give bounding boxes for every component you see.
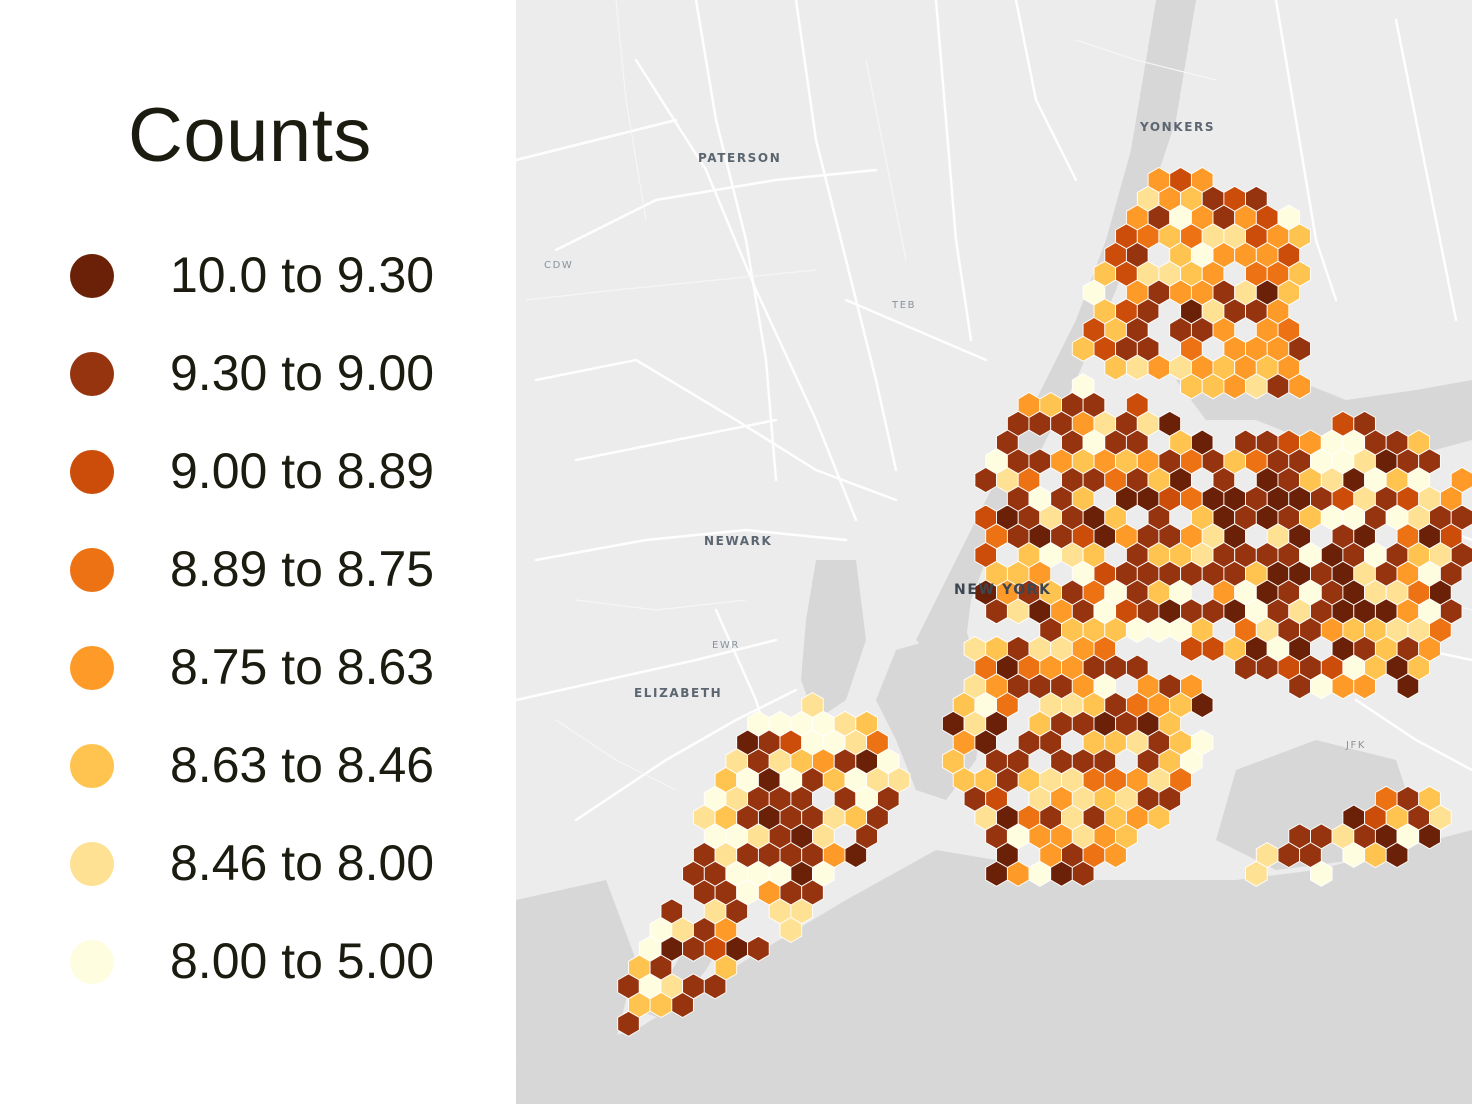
raritan-bay	[516, 880, 636, 1060]
legend-label: 8.00 to 5.00	[170, 933, 435, 989]
legend-label: 8.63 to 8.46	[170, 737, 435, 793]
legend-swatch	[70, 940, 114, 984]
legend-title: Counts	[128, 93, 372, 178]
place-label-newark: NEWARK	[704, 534, 773, 548]
legend-item: 8.00 to 5.00	[0, 912, 516, 1010]
legend-label: 9.30 to 9.00	[170, 345, 435, 401]
legend-swatch	[70, 646, 114, 690]
place-label-jfk: JFK	[1346, 740, 1367, 751]
legend-item: 8.46 to 8.00	[0, 814, 516, 912]
legend-label: 9.00 to 8.89	[170, 443, 435, 499]
legend-item: 8.63 to 8.46	[0, 716, 516, 814]
legend-item: 8.89 to 8.75	[0, 520, 516, 618]
place-label-elizabeth: ELIZABETH	[634, 686, 723, 700]
legend-item: 9.00 to 8.89	[0, 422, 516, 520]
legend-swatch	[70, 352, 114, 396]
legend-label: 8.89 to 8.75	[170, 541, 435, 597]
legend-label: 8.75 to 8.63	[170, 639, 435, 695]
basemap	[516, 0, 1472, 1104]
legend-item: 10.0 to 9.30	[0, 226, 516, 324]
legend-swatch	[70, 744, 114, 788]
legend-item: 8.75 to 8.63	[0, 618, 516, 716]
legend-label: 8.46 to 8.00	[170, 835, 435, 891]
legend-label: 10.0 to 9.30	[170, 247, 435, 303]
legend-item: 9.30 to 9.00	[0, 324, 516, 422]
place-label-cdw: CDW	[544, 260, 574, 271]
legend-swatch	[70, 842, 114, 886]
legend-swatch	[70, 254, 114, 298]
place-label-new-york: NEW YORK	[954, 582, 1052, 598]
place-label-yonkers: YONKERS	[1140, 120, 1216, 134]
place-label-teb: TEB	[892, 300, 917, 311]
place-label-ewr: EWR	[712, 640, 740, 651]
map-area[interactable]: YONKERS PATERSON CDW TEB NEWARK NEW YORK…	[516, 0, 1472, 1104]
legend-swatch	[70, 548, 114, 592]
place-label-paterson: PATERSON	[698, 151, 782, 165]
legend-panel: Counts 10.0 to 9.30 9.30 to 9.00 9.00 to…	[0, 0, 516, 1104]
legend-swatch	[70, 450, 114, 494]
